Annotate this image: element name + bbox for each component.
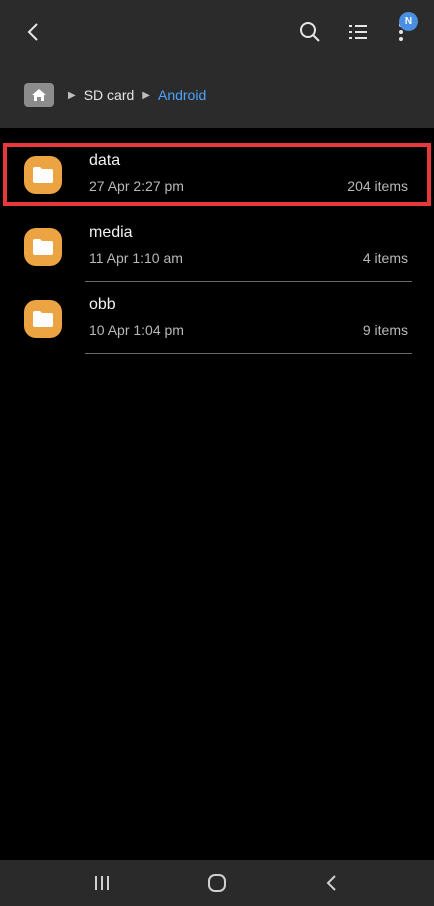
notification-badge: N: [399, 12, 418, 31]
folder-date: 11 Apr 1:10 am: [89, 250, 183, 266]
home-button[interactable]: [197, 868, 237, 898]
search-button[interactable]: [292, 14, 328, 50]
row-divider: [85, 353, 412, 354]
folder-row-data[interactable]: data 27 Apr 2:27 pm 204 items: [0, 138, 434, 210]
back-button[interactable]: [16, 14, 52, 50]
crumb-separator-icon: ▶: [142, 89, 150, 101]
crumb-sd-card[interactable]: SD card: [84, 87, 135, 103]
recents-icon: [95, 876, 109, 890]
folder-date: 27 Apr 2:27 pm: [89, 178, 184, 194]
folder-icon: [24, 300, 62, 338]
folder-name: obb: [89, 296, 116, 313]
home-circle-icon: [208, 874, 226, 892]
back-arrow-icon: [326, 875, 336, 891]
home-crumb-button[interactable]: [24, 83, 54, 107]
folder-row-media[interactable]: media 11 Apr 1:10 am 4 items: [0, 210, 434, 282]
home-icon: [32, 89, 46, 101]
folder-item-count: 4 items: [362, 250, 408, 266]
crumb-separator-icon: ▶: [68, 89, 76, 101]
crumb-android[interactable]: Android: [158, 87, 206, 103]
breadcrumb: ▶ SD card ▶ Android: [24, 82, 206, 108]
folder-row-obb[interactable]: obb 10 Apr 1:04 pm 9 items: [0, 282, 434, 354]
app-toolbar: N ▶ SD card ▶ Android: [0, 0, 434, 128]
folder-item-count: 9 items: [362, 322, 408, 338]
folder-item-count: 204 items: [347, 178, 408, 194]
folder-icon: [24, 156, 62, 194]
folder-name: data: [89, 152, 121, 169]
folder-list: data 27 Apr 2:27 pm 204 items media 11 A…: [0, 138, 434, 354]
chevron-left-icon: [27, 23, 38, 41]
system-back-button[interactable]: [312, 868, 352, 898]
search-icon: [300, 22, 320, 42]
folder-name: media: [89, 224, 133, 241]
list-view-button[interactable]: [340, 14, 376, 50]
system-nav-bar: [0, 860, 434, 906]
folder-date: 10 Apr 1:04 pm: [89, 322, 184, 338]
folder-icon: [24, 228, 62, 266]
recents-button[interactable]: [82, 868, 122, 898]
list-icon: [349, 25, 367, 39]
